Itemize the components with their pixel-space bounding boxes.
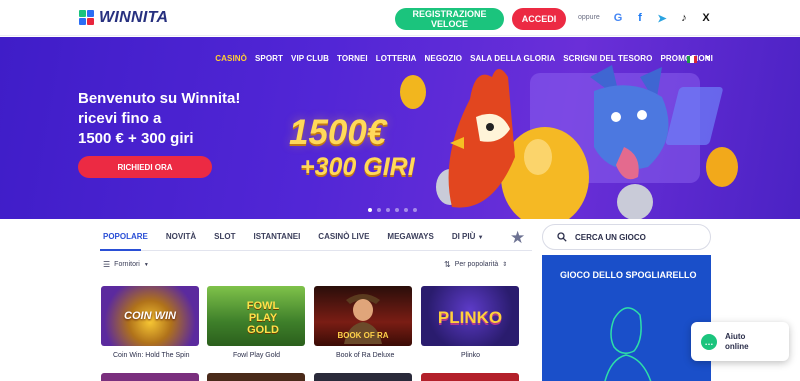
game-title[interactable]: Coin Win: Hold The Spin: [113, 352, 190, 359]
game-art-text: FOWL PLAY GOLD: [246, 300, 280, 336]
sort-label: Per popolarità: [454, 261, 499, 268]
nav-item-vip-club[interactable]: VIP CLUB: [291, 54, 329, 63]
favorites-star-icon[interactable]: ★: [510, 228, 525, 248]
hero-title: Benvenuto su Winnita! ricevi fino a 1500…: [78, 89, 248, 149]
chat-bubble-icon: …: [701, 333, 717, 350]
logo-text: WINNITA: [99, 9, 169, 26]
sort-arrows-icon: ⇕: [502, 262, 508, 268]
chevron-down-icon: ▼: [477, 235, 484, 241]
game-category-tabs: POPOLARE NOVITÀ SLOT ISTANTANEI CASINÒ L…: [103, 232, 484, 241]
sort-icon: ⇅: [444, 260, 451, 269]
tab-slot[interactable]: SLOT: [214, 232, 235, 241]
login-button[interactable]: ACCEDI: [512, 8, 566, 30]
game-title[interactable]: Fowl Play Gold: [233, 352, 280, 359]
carousel-dot[interactable]: [413, 208, 417, 212]
tab-novita[interactable]: NOVITÀ: [166, 232, 196, 241]
game-tile[interactable]: [421, 373, 519, 381]
providers-label: Fornitori: [114, 261, 140, 268]
tab-di-piu-label: DI PIÙ: [451, 232, 476, 241]
neon-figure-icon: [604, 307, 652, 381]
live-chat-widget[interactable]: … Aiuto online: [691, 322, 789, 361]
tab-istantanei[interactable]: ISTANTANEI: [253, 232, 300, 241]
tabs-divider: [100, 250, 532, 251]
hero-title-line: 1500 € + 300 giri: [78, 130, 194, 147]
facebook-icon[interactable]: f: [633, 11, 647, 25]
active-tab-indicator: [100, 249, 141, 251]
logo-icon: [79, 10, 95, 26]
game-tile[interactable]: COIN WIN: [101, 286, 199, 346]
tab-di-piu[interactable]: DI PIÙ ▼: [452, 232, 484, 241]
tiktok-icon[interactable]: ♪: [677, 11, 691, 25]
game-tile[interactable]: BOOK OF RA: [314, 286, 412, 346]
promo-spins: +300 GIRI: [300, 153, 415, 181]
game-title[interactable]: Plinko: [461, 352, 480, 359]
game-tile[interactable]: [314, 373, 412, 381]
game-tile[interactable]: FOWL PLAY GOLD: [207, 286, 305, 346]
providers-filter[interactable]: ☰ Fornitori ▼: [103, 260, 149, 269]
hero-title-line: ricevi fino a: [78, 110, 162, 127]
hero-title-line: Benvenuto su Winnita!: [78, 90, 241, 107]
game-art-text: PLINKO: [437, 308, 503, 327]
carousel-dot[interactable]: [404, 208, 408, 212]
tab-megaways[interactable]: MEGAWAYS: [387, 232, 433, 241]
game-title[interactable]: Book of Ra Deluxe: [336, 352, 394, 359]
carousel-dot[interactable]: [395, 208, 399, 212]
carousel-dot[interactable]: [368, 208, 372, 212]
logo[interactable]: WINNITA: [79, 9, 168, 27]
game-art-text: COIN WIN: [124, 310, 176, 322]
filter-icon: ☰: [103, 260, 111, 269]
hero-banner: CASINÒ SPORT VIP CLUB TORNEI LOTTERIA NE…: [0, 37, 800, 219]
or-label: oppure: [578, 14, 600, 21]
google-icon[interactable]: G: [611, 11, 625, 25]
chat-label: Aiuto online: [725, 331, 749, 351]
search-input[interactable]: [575, 232, 695, 242]
nav-item-casino[interactable]: CASINÒ: [215, 54, 247, 63]
sidebar-promo-card[interactable]: GIOCO DELLO SPOGLIARELLO: [542, 255, 711, 381]
game-tile[interactable]: [207, 373, 305, 381]
game-tile[interactable]: [101, 373, 199, 381]
game-search: [542, 224, 711, 250]
tab-popolare[interactable]: POPOLARE: [103, 232, 148, 241]
carousel-dot[interactable]: [377, 208, 381, 212]
promo-amount: 1500€: [289, 113, 387, 152]
claim-now-button[interactable]: RICHIEDI ORA: [78, 156, 212, 178]
hero-artwork: [400, 65, 738, 219]
game-art-text: BOOK OF RA: [337, 331, 389, 340]
chevron-down-icon: ▼: [143, 261, 149, 268]
x-icon[interactable]: X: [699, 11, 713, 25]
sort-dropdown[interactable]: ⇅ Per popolarità ⇕: [444, 260, 507, 269]
game-tile[interactable]: PLINKO: [421, 286, 519, 346]
telegram-icon[interactable]: ➤: [655, 11, 669, 25]
tab-casino-live[interactable]: CASINÒ LIVE: [318, 232, 369, 241]
carousel-dot[interactable]: [386, 208, 390, 212]
search-icon: [557, 232, 567, 242]
carousel-dots: [368, 208, 417, 212]
casino-page: WINNITA REGISTRAZIONE VELOCE ACCEDI oppu…: [0, 0, 800, 381]
nav-item-tornei[interactable]: TORNEI: [337, 54, 368, 63]
nav-item-sport[interactable]: SPORT: [255, 54, 283, 63]
top-bar: WINNITA REGISTRAZIONE VELOCE ACCEDI oppu…: [0, 0, 800, 36]
register-button[interactable]: REGISTRAZIONE VELOCE: [395, 8, 504, 30]
